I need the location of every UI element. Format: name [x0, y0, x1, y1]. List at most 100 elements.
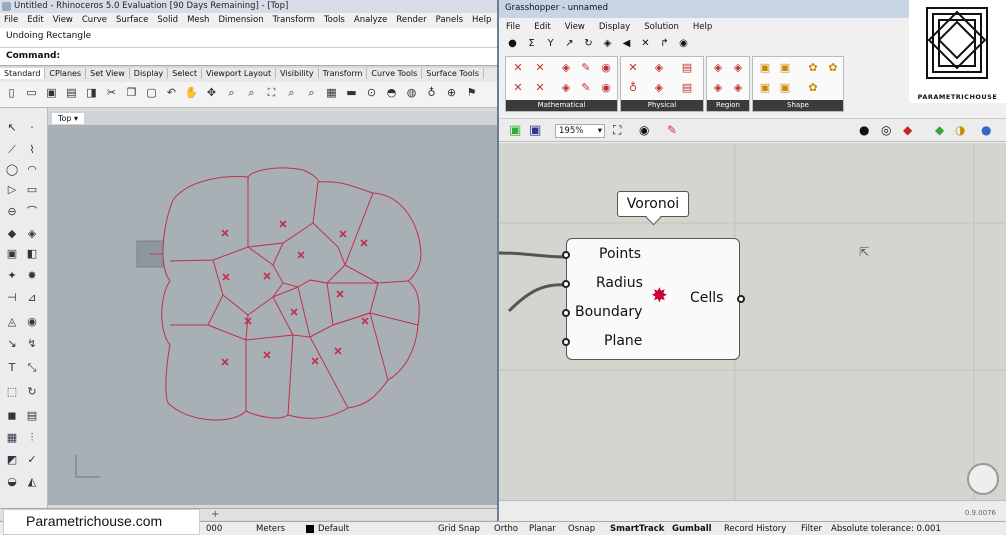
transform-tab-icon[interactable]: ↱ — [657, 38, 672, 49]
palette-label[interactable]: Mathematical — [506, 100, 617, 111]
curve-tab-icon[interactable]: ↻ — [581, 38, 596, 49]
analyze-icon[interactable]: ◩ — [4, 452, 20, 468]
zoom-icon[interactable]: ⌕ — [224, 85, 239, 101]
seed-point[interactable] — [339, 230, 347, 238]
check-icon[interactable]: ✓ — [24, 452, 40, 468]
text-icon[interactable]: T — [4, 360, 20, 376]
component-icon[interactable]: ◈ — [558, 80, 574, 96]
select-icon[interactable]: ↖ — [4, 120, 20, 136]
palette-label[interactable]: Region — [707, 100, 749, 111]
navigation-widget-icon[interactable] — [967, 463, 999, 495]
seed-point[interactable] — [279, 220, 287, 228]
surface-tab-icon[interactable]: ◈ — [600, 38, 615, 49]
rectangle-icon[interactable]: ▷ — [4, 182, 20, 198]
component-icon[interactable]: ▣ — [777, 80, 793, 96]
ortho-toggle[interactable]: Ortho — [494, 524, 518, 534]
gh-menu-view[interactable]: View — [558, 20, 592, 34]
voronoi-cells[interactable] — [161, 167, 422, 421]
open-file-icon[interactable]: ▣ — [509, 123, 521, 138]
component-icon[interactable]: ✕ — [532, 60, 548, 76]
component-icon[interactable]: ◈ — [651, 60, 667, 76]
input-points[interactable]: Points — [599, 246, 641, 262]
tab-viewport-layout[interactable]: Viewport Layout — [202, 68, 277, 79]
render-icon[interactable]: ◍ — [404, 85, 419, 101]
tab-set-view[interactable]: Set View — [86, 68, 130, 79]
seed-point[interactable] — [290, 308, 298, 316]
wires[interactable] — [499, 251, 568, 313]
component-icon[interactable]: ◈ — [710, 80, 726, 96]
save-icon[interactable]: ▣ — [44, 85, 59, 101]
spiral-icon[interactable]: ⌒ — [24, 204, 40, 220]
tab-curve-tools[interactable]: Curve Tools — [367, 68, 423, 79]
component-icon[interactable]: ▤ — [679, 80, 695, 96]
component-icon[interactable]: ✕ — [625, 60, 641, 76]
menu-transform[interactable]: Transform — [269, 13, 320, 25]
rotate-view-icon[interactable]: ✥ — [204, 85, 219, 101]
options-icon[interactable]: ⊕ — [444, 85, 459, 101]
menu-surface[interactable]: Surface — [112, 13, 153, 25]
component-icon[interactable]: ✕ — [510, 80, 526, 96]
trim-icon[interactable]: ⊣ — [4, 290, 20, 306]
zoom-extents-icon[interactable]: ⛶ — [264, 85, 279, 101]
seed-point[interactable] — [360, 239, 368, 247]
surface-icon[interactable]: ◆ — [4, 226, 20, 242]
gumball-toggle[interactable]: Gumball — [672, 524, 712, 534]
component-icon[interactable]: ✿ — [805, 80, 821, 96]
params-tab-icon[interactable]: ● — [505, 38, 520, 49]
tab-select[interactable]: Select — [168, 68, 202, 79]
snap-icon[interactable]: ⊙ — [364, 85, 379, 101]
component-icon[interactable]: ✎ — [578, 60, 594, 76]
seed-point[interactable] — [222, 273, 230, 281]
preview-eye-icon[interactable]: ◉ — [639, 123, 649, 137]
paste-icon[interactable]: ▢ — [144, 85, 159, 101]
menu-analyze[interactable]: Analyze — [350, 13, 393, 25]
tab-standard[interactable]: Standard — [0, 68, 46, 79]
component-icon[interactable]: ▤ — [679, 60, 695, 76]
undo-icon[interactable]: ↶ — [164, 85, 179, 101]
osnap-toggle[interactable]: Osnap — [568, 524, 595, 534]
menu-solid[interactable]: Solid — [153, 13, 183, 25]
seed-point[interactable] — [263, 351, 271, 359]
grid-icon[interactable]: ▦ — [4, 430, 20, 446]
render-tool-icon[interactable]: ◒ — [4, 474, 20, 490]
component-icon[interactable]: ◉ — [598, 80, 614, 96]
split-icon[interactable]: ⊿ — [24, 290, 40, 306]
planar-toggle[interactable]: Planar — [529, 524, 556, 534]
component-icon[interactable]: ▣ — [757, 80, 773, 96]
radius-input-grip[interactable] — [562, 280, 570, 288]
car-icon[interactable]: ▬ — [344, 85, 359, 101]
component-icon[interactable]: ▣ — [777, 60, 793, 76]
arc-icon[interactable]: ◠ — [24, 162, 40, 178]
material-preview-icon[interactable]: ◑ — [955, 123, 965, 137]
menu-help[interactable]: Help — [468, 13, 496, 25]
gh-menu-display[interactable]: Display — [592, 20, 637, 34]
seed-point[interactable] — [336, 290, 344, 298]
component-icon[interactable]: ◈ — [730, 60, 746, 76]
print-icon[interactable]: ▤ — [64, 85, 79, 101]
shade-icon[interactable]: ◓ — [384, 85, 399, 101]
mesh-tab-icon[interactable]: ◀ — [619, 38, 634, 49]
zoom-field[interactable]: 195% ▾ — [555, 124, 605, 138]
tab-surface-tools[interactable]: Surface Tools — [422, 68, 485, 79]
mirror-icon[interactable]: ▤ — [24, 408, 40, 424]
copy-icon[interactable]: ❐ — [124, 85, 139, 101]
tab-visibility[interactable]: Visibility — [276, 68, 319, 79]
gh-menu-edit[interactable]: Edit — [527, 20, 557, 34]
units-label[interactable]: Meters — [256, 524, 285, 534]
points-input-grip[interactable] — [562, 251, 570, 259]
menu-edit[interactable]: Edit — [23, 13, 48, 25]
wire-points[interactable] — [499, 251, 568, 259]
command-prompt[interactable]: Command: — [0, 48, 500, 66]
sweep-icon[interactable]: ◈ — [24, 226, 40, 242]
tab-transform[interactable]: Transform — [319, 68, 368, 79]
component-icon[interactable]: ◈ — [710, 60, 726, 76]
circle-icon[interactable]: ◯ — [4, 162, 20, 178]
menu-view[interactable]: View — [49, 13, 78, 25]
sphere-icon[interactable]: ● — [981, 123, 991, 137]
viewport-dropdown-icon[interactable]: ▾ — [74, 114, 78, 123]
selected-preview-icon[interactable]: ◆ — [935, 123, 944, 137]
light-icon[interactable]: ♁ — [424, 85, 439, 101]
boolean-icon[interactable]: ✦ — [4, 268, 20, 284]
smarttrack-toggle[interactable]: SmartTrack — [610, 524, 664, 534]
import-icon[interactable]: ◨ — [84, 85, 99, 101]
